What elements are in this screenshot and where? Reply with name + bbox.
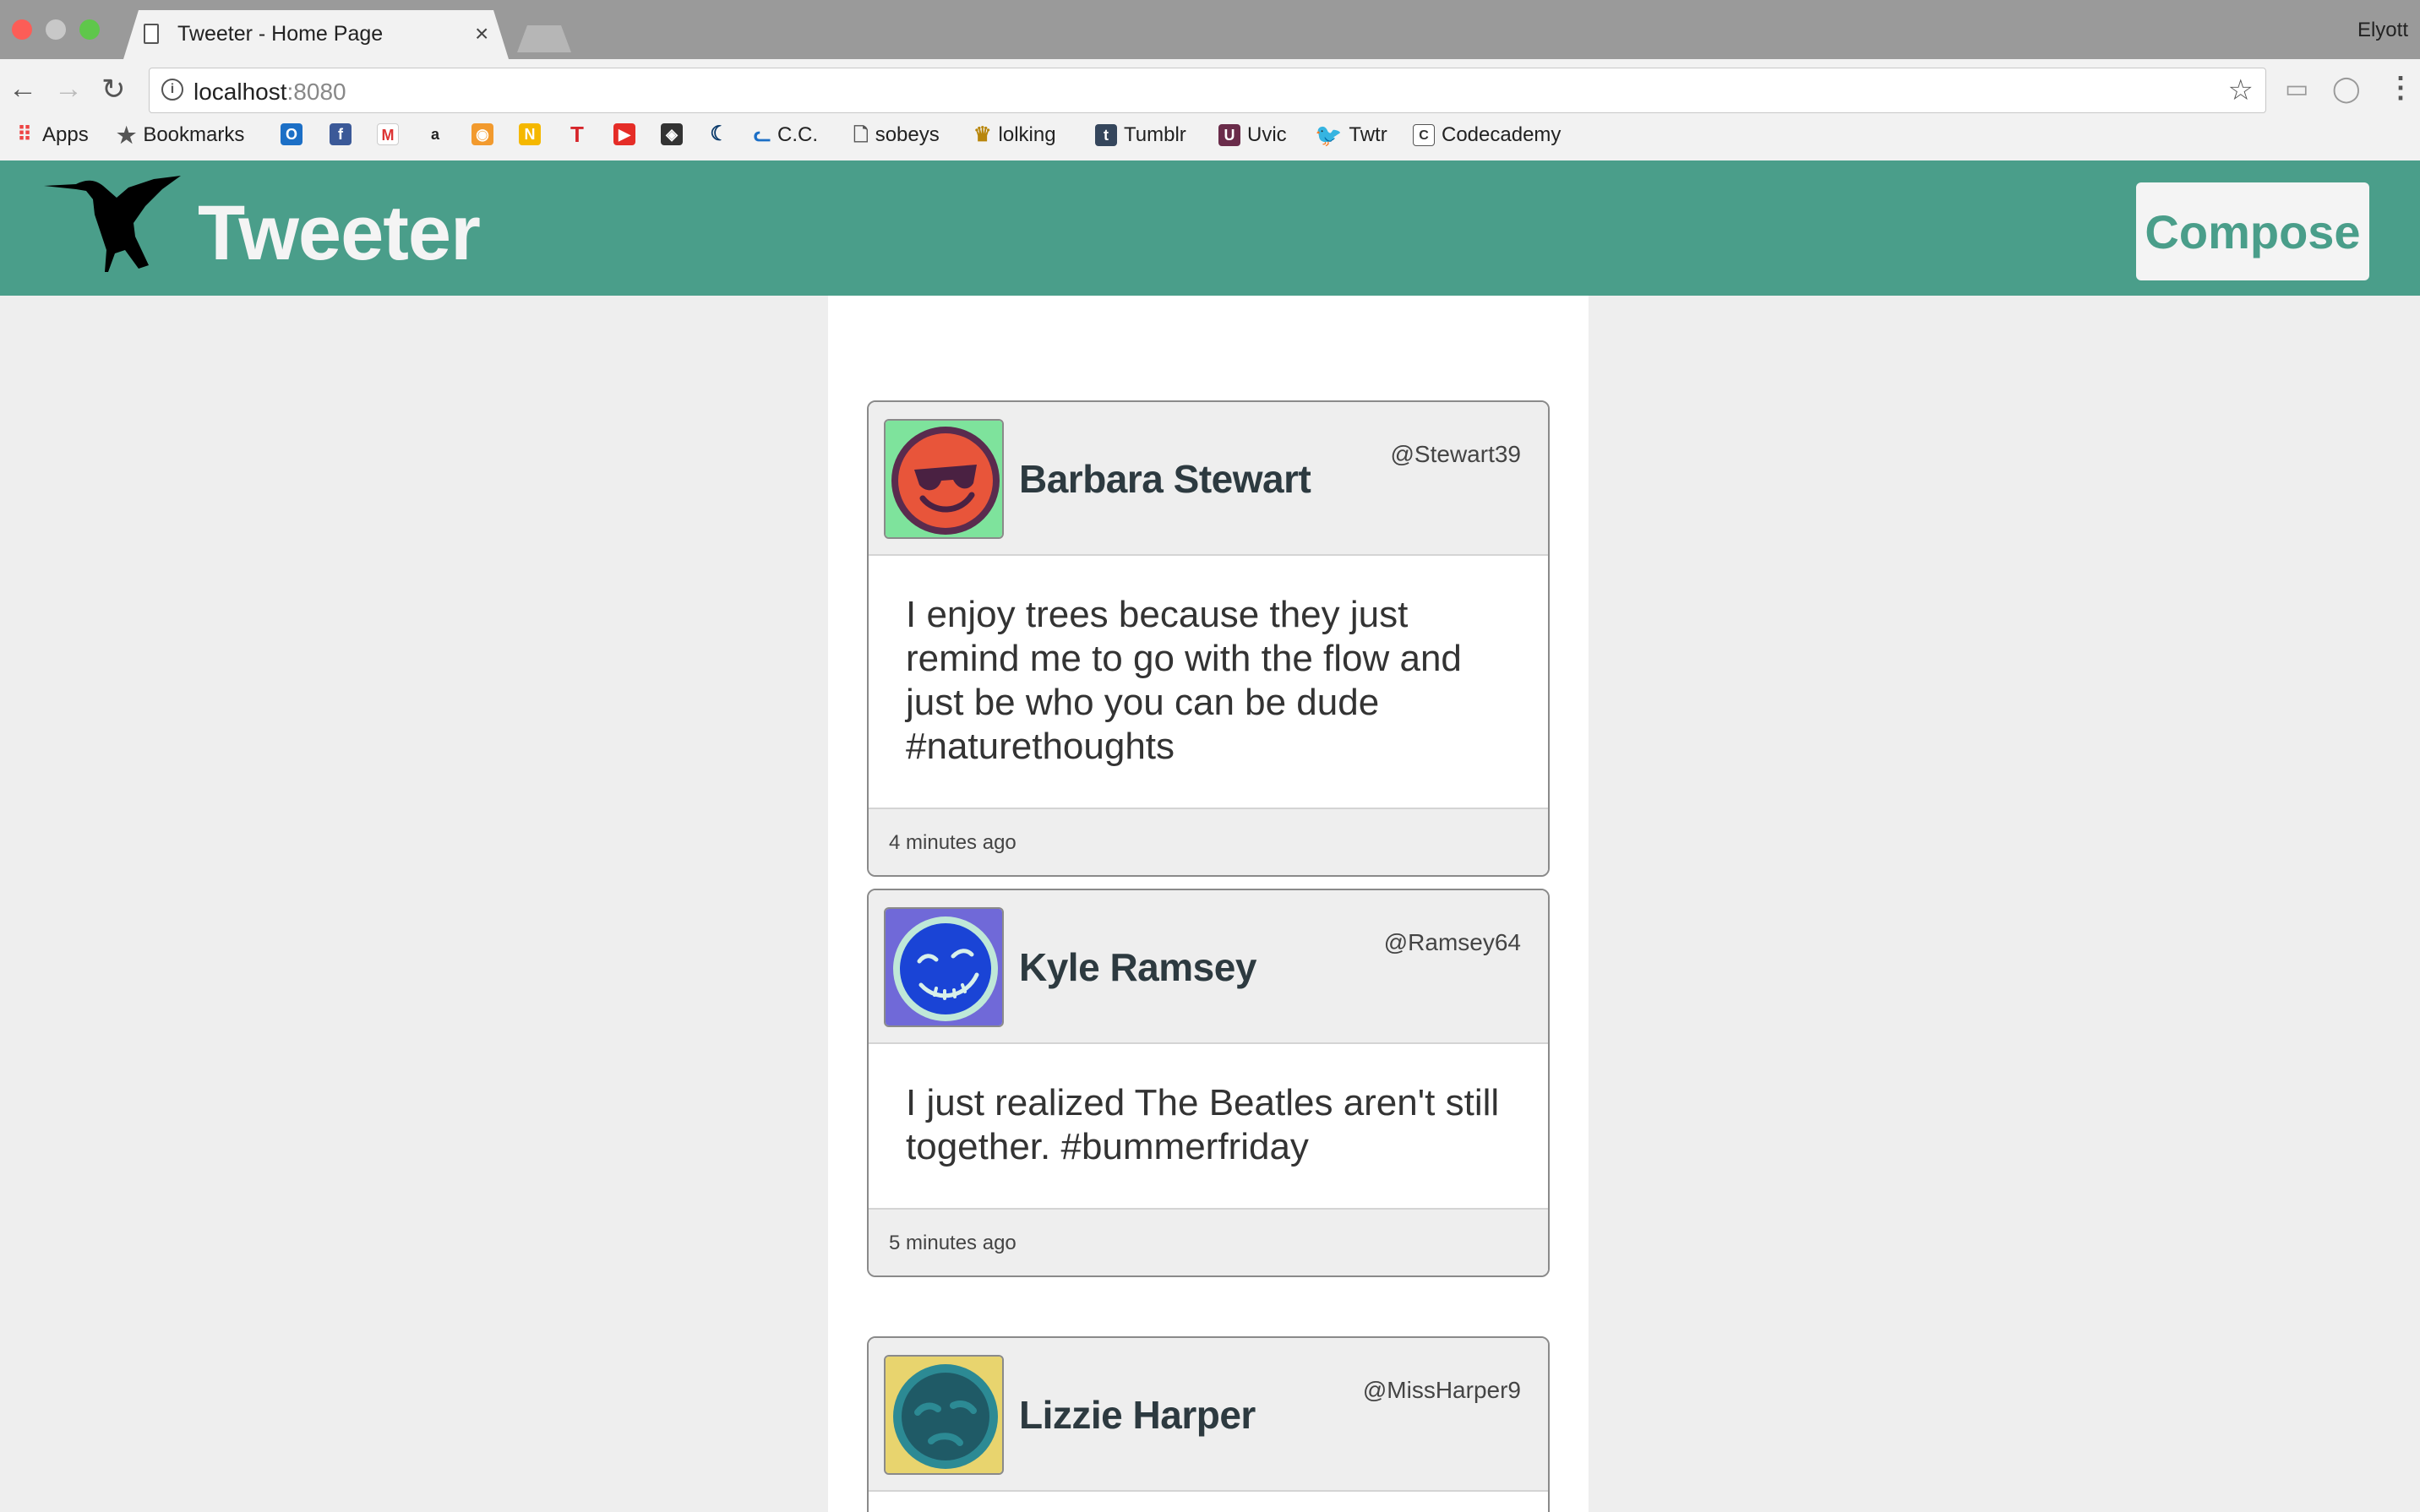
avatar bbox=[884, 907, 1004, 1027]
compose-button[interactable]: Compose bbox=[2136, 182, 2369, 280]
tab-title: Tweeter - Home Page bbox=[177, 22, 384, 46]
bookmark-label: C.C. bbox=[777, 123, 818, 146]
page-icon: 🗋 bbox=[853, 124, 869, 145]
bookmark-outlook[interactable]: O bbox=[281, 123, 309, 145]
bookmark-canucks[interactable]: ☾ bbox=[708, 123, 737, 145]
cc-icon: ᓚ bbox=[754, 123, 771, 146]
bookmark-facebook[interactable]: f bbox=[330, 123, 358, 145]
bookmark-label: Uvic bbox=[1247, 123, 1287, 146]
tweet-header: Kyle Ramsey @Ramsey64 bbox=[869, 890, 1548, 1044]
bookmark-apps[interactable]: ⠿ Apps bbox=[14, 123, 89, 147]
tweet-timestamp: 4 minutes ago bbox=[889, 831, 1017, 854]
tweet-author-name: Barbara Stewart bbox=[1019, 457, 1311, 501]
bookmark-sobeys[interactable]: 🗋 sobeys bbox=[853, 123, 940, 147]
avatar bbox=[884, 1355, 1004, 1475]
tweet-text bbox=[869, 1492, 1548, 1512]
outlook-icon: O bbox=[281, 123, 302, 145]
bookmarks-bar: ⠿ Apps ★ Bookmarks O f M a ◉ N T ▶ ◈ ☾ ᓚ… bbox=[0, 120, 2420, 154]
tweet-card: Kyle Ramsey @Ramsey64 I just realized Th… bbox=[867, 889, 1550, 1277]
tweet-timestamp: 5 minutes ago bbox=[889, 1232, 1017, 1254]
close-window-button[interactable] bbox=[12, 19, 32, 40]
bookmark-bookmarks[interactable]: ★ Bookmarks bbox=[117, 123, 244, 147]
cast-icon[interactable]: ▭ bbox=[2285, 74, 2308, 104]
app-header: Tweeter Compose bbox=[0, 160, 2420, 296]
tweet-author-name: Kyle Ramsey bbox=[1019, 945, 1256, 989]
tweet-card: Lizzie Harper @MissHarper9 bbox=[867, 1336, 1550, 1512]
bookmark-label: sobeys bbox=[875, 123, 940, 146]
bookmark-hockey[interactable]: ◈ bbox=[661, 123, 689, 145]
bookmark-t[interactable]: T bbox=[566, 123, 595, 145]
maximize-window-button[interactable] bbox=[79, 19, 100, 40]
bookmark-app[interactable]: ◉ bbox=[471, 123, 500, 145]
info-icon[interactable]: i bbox=[161, 79, 183, 101]
crown-icon: ♛ bbox=[973, 123, 992, 146]
amazon-icon: a bbox=[430, 126, 439, 143]
tweet-author-handle: @Stewart39 bbox=[1390, 441, 1522, 467]
bookmark-codecademy[interactable]: C Codecademy bbox=[1413, 123, 1561, 147]
tweet-card: Barbara Stewart @Stewart39 I enjoy trees… bbox=[867, 400, 1550, 877]
bookmark-n[interactable]: N bbox=[519, 123, 548, 145]
reload-icon[interactable]: ↻ bbox=[101, 73, 126, 106]
hockey-icon: ◈ bbox=[661, 123, 683, 145]
app-icon: ◉ bbox=[471, 123, 493, 145]
hummingbird-logo-icon bbox=[44, 176, 181, 272]
bookmark-label: Tumblr bbox=[1124, 123, 1186, 146]
bookmark-label: Codecademy bbox=[1442, 123, 1562, 146]
canucks-icon: ☾ bbox=[710, 122, 728, 145]
url-port: :8080 bbox=[286, 79, 346, 105]
tweet-author-handle: @MissHarper9 bbox=[1362, 1377, 1521, 1403]
bookmark-cc[interactable]: ᓚ C.C. bbox=[754, 123, 818, 147]
bookmark-label: lolking bbox=[998, 123, 1056, 146]
window-titlebar: Tweeter - Home Page × Elyott bbox=[0, 0, 2420, 59]
url-host: localhost bbox=[193, 79, 287, 105]
facebook-icon: f bbox=[330, 123, 352, 145]
bookmark-label: Bookmarks bbox=[143, 123, 245, 146]
tweet-header: Lizzie Harper @MissHarper9 bbox=[869, 1338, 1548, 1492]
star-icon: ★ bbox=[117, 122, 137, 148]
tweet-author-handle: @Ramsey64 bbox=[1383, 929, 1521, 955]
sunglasses-face-icon bbox=[886, 421, 1002, 537]
tweet-feed: Barbara Stewart @Stewart39 I enjoy trees… bbox=[828, 296, 1589, 1512]
bookmark-lolking[interactable]: ♛ lolking bbox=[973, 123, 1056, 147]
close-tab-icon[interactable]: × bbox=[475, 20, 488, 47]
tumblr-icon: t bbox=[1095, 124, 1117, 146]
codecademy-icon: C bbox=[1413, 124, 1435, 146]
avatar bbox=[884, 419, 1004, 539]
youtube-icon: ▶ bbox=[613, 123, 635, 145]
t-icon: T bbox=[570, 122, 584, 147]
tweet-text: I enjoy trees because they just remind m… bbox=[906, 594, 1462, 767]
document-icon bbox=[144, 24, 159, 44]
address-bar[interactable]: i localhost:8080 ☆ bbox=[149, 68, 2266, 113]
tweet-author-name: Lizzie Harper bbox=[1019, 1393, 1256, 1437]
bookmark-amazon[interactable]: a bbox=[424, 123, 453, 145]
bookmark-tumblr[interactable]: t Tumblr bbox=[1095, 123, 1186, 147]
forward-arrow-icon[interactable]: → bbox=[54, 73, 83, 106]
bookmark-label: Apps bbox=[42, 123, 89, 146]
bookmark-youtube[interactable]: ▶ bbox=[613, 123, 642, 145]
bookmark-label: Twtr bbox=[1349, 123, 1387, 146]
brand-title: Tweeter bbox=[198, 190, 481, 276]
new-tab-button[interactable] bbox=[517, 25, 571, 52]
url-text[interactable]: localhost:8080 bbox=[193, 79, 346, 106]
extension-icon[interactable]: ◯ bbox=[2332, 74, 2361, 104]
twitter-icon: 🐦 bbox=[1315, 122, 1343, 148]
tweet-footer: 4 minutes ago bbox=[869, 808, 1548, 875]
smiling-face-icon bbox=[886, 909, 1002, 1025]
uvic-icon: U bbox=[1218, 124, 1240, 146]
gmail-icon: M bbox=[377, 123, 399, 145]
browser-menu-icon[interactable]: ⋮ bbox=[2386, 71, 2415, 105]
tweet-header: Barbara Stewart @Stewart39 bbox=[869, 402, 1548, 556]
bookmark-uvic[interactable]: U Uvic bbox=[1218, 123, 1287, 147]
minimize-window-button[interactable] bbox=[46, 19, 66, 40]
bookmark-twtr[interactable]: 🐦 Twtr bbox=[1315, 123, 1387, 147]
n-icon: N bbox=[519, 123, 541, 145]
bookmark-star-icon[interactable]: ☆ bbox=[2228, 73, 2254, 107]
tweet-text: I just realized The Beatles aren't still… bbox=[906, 1082, 1500, 1167]
profile-name[interactable]: Elyott bbox=[2357, 19, 2408, 42]
tweet-footer: 5 minutes ago bbox=[869, 1208, 1548, 1275]
back-arrow-icon[interactable]: ← bbox=[8, 73, 37, 106]
bookmark-gmail[interactable]: M bbox=[377, 123, 406, 145]
apps-grid-icon: ⠿ bbox=[17, 123, 32, 146]
sleepy-face-icon bbox=[886, 1357, 1002, 1473]
